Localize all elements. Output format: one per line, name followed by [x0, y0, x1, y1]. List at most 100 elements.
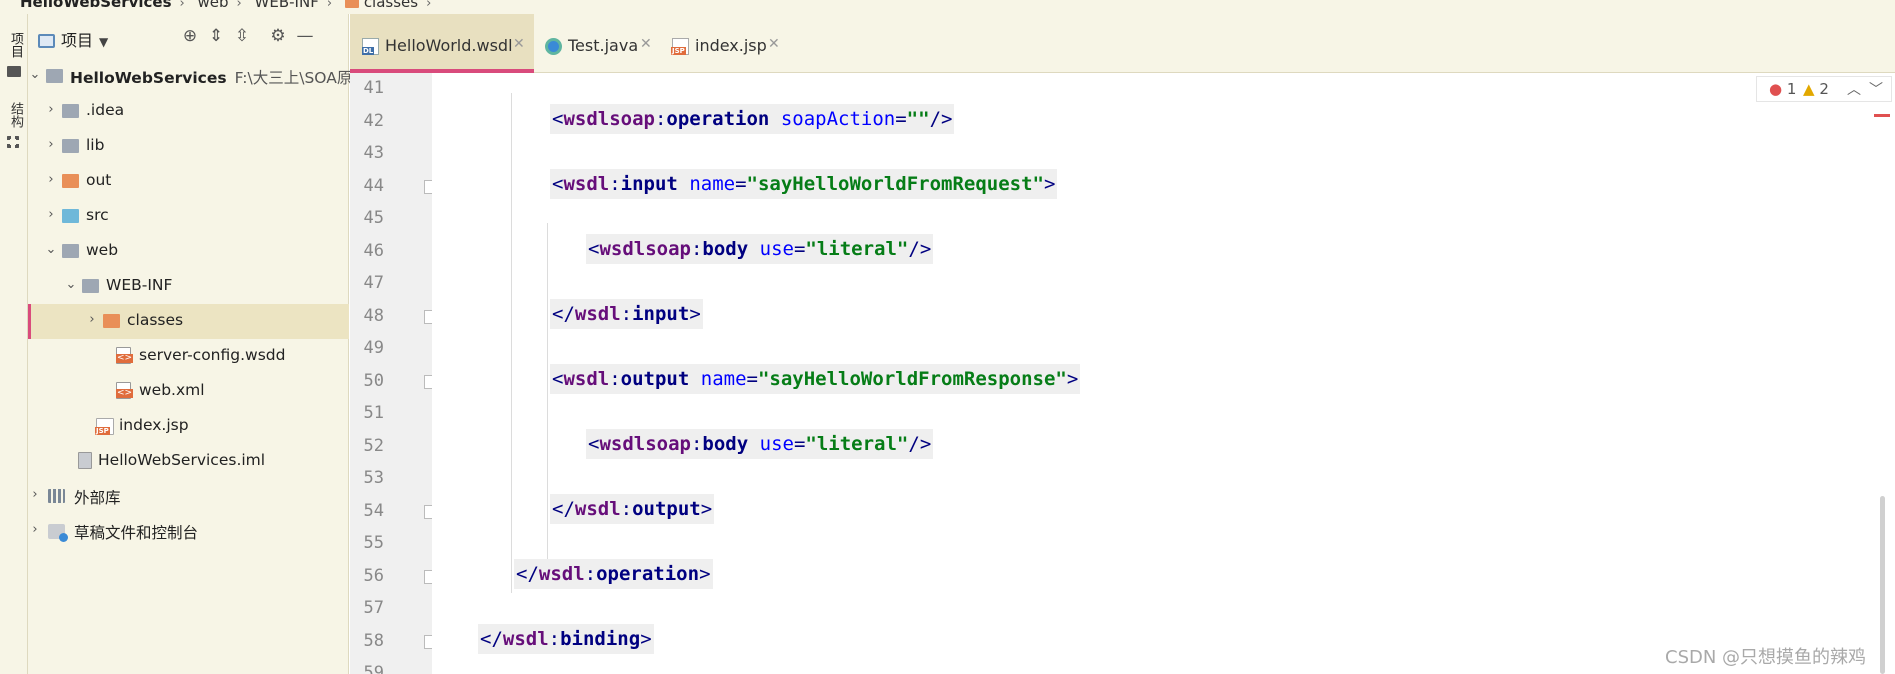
- tree-item-label: 草稿文件和控制台: [74, 524, 199, 542]
- code-line-46[interactable]: <wsdlsoap:body use="literal"/>: [586, 234, 934, 268]
- chevron-right-icon[interactable]: ›: [28, 522, 42, 537]
- close-icon[interactable]: ✕: [768, 36, 780, 52]
- tab-label: index.jsp: [695, 36, 767, 55]
- code-editor[interactable]: <wsdlsoap:operation soapAction=""/> <wsd…: [432, 73, 1872, 674]
- breadcrumb-item[interactable]: classes: [364, 0, 418, 11]
- folder-icon: [62, 139, 79, 153]
- tree-item-scratches[interactable]: › 草稿文件和控制台: [28, 514, 349, 549]
- line-number: 59: [363, 663, 384, 674]
- jsp-file-icon: [95, 418, 114, 435]
- tab-label: HelloWorld.wsdl: [385, 36, 513, 55]
- chevron-down-icon[interactable]: ⌄: [44, 242, 58, 257]
- xml-file-icon: [116, 347, 134, 364]
- folder-excluded-icon: [103, 314, 120, 328]
- folder-icon: [7, 66, 21, 77]
- line-number: 57: [363, 598, 384, 618]
- breadcrumb-item[interactable]: HelloWebServices: [20, 0, 172, 11]
- indent-guide: [511, 93, 512, 593]
- tree-item-external-libraries[interactable]: › 外部库: [28, 479, 349, 514]
- code-line-56[interactable]: </wsdl:operation>: [514, 559, 713, 593]
- error-count[interactable]: ● 1: [1769, 80, 1796, 98]
- tree-item-lib[interactable]: › lib: [28, 129, 349, 164]
- line-number: 45: [363, 208, 384, 228]
- code-line-58[interactable]: </wsdl:binding>: [478, 624, 654, 658]
- tree-item-web[interactable]: ⌄ web: [28, 234, 349, 269]
- chevron-right-icon: ›: [326, 0, 333, 11]
- watermark: CSDN @只想摸鱼的辣鸡: [1665, 647, 1867, 668]
- expand-all-icon[interactable]: ⇕: [206, 26, 226, 46]
- line-number: 58: [363, 631, 384, 651]
- tree-item-classes[interactable]: › classes: [28, 304, 349, 339]
- line-number: 47: [363, 273, 384, 293]
- error-icon: ●: [1769, 80, 1783, 98]
- chevron-right-icon: ›: [426, 0, 432, 11]
- warning-count-value: 2: [1819, 80, 1829, 98]
- code-line-52[interactable]: <wsdlsoap:body use="literal"/>: [586, 429, 934, 463]
- tree-item-label: out: [86, 171, 112, 189]
- warning-count[interactable]: ▲ 2: [1803, 80, 1829, 98]
- folder-module-icon: [46, 69, 63, 83]
- tree-item-label: web: [86, 241, 119, 259]
- tree-item-src[interactable]: › src: [28, 199, 349, 234]
- next-highlight-icon[interactable]: ﹀: [1869, 79, 1883, 99]
- gear-icon[interactable]: ⚙: [268, 26, 288, 46]
- tree-item-label: classes: [127, 311, 184, 329]
- error-stripe-marker[interactable]: [1874, 114, 1890, 117]
- tab-test-java[interactable]: Test.java ✕: [542, 14, 658, 73]
- tree-item-web-inf[interactable]: ⌄ WEB-INF: [28, 269, 349, 304]
- code-line-42[interactable]: <wsdlsoap:operation soapAction=""/>: [550, 104, 955, 138]
- tree-item-server-config[interactable]: server-config.wsdd: [28, 339, 349, 374]
- project-tool-tab[interactable]: 项目: [3, 32, 25, 58]
- chevron-right-icon[interactable]: ›: [44, 207, 58, 222]
- close-icon[interactable]: ✕: [513, 36, 525, 52]
- tree-item-web-xml[interactable]: web.xml: [28, 374, 349, 409]
- tab-index-jsp[interactable]: index.jsp ✕: [668, 14, 788, 73]
- line-number-gutter[interactable]: 41 42 43 44 45 46 47 48 49 50 51 52 53 5…: [350, 73, 438, 674]
- chevron-right-icon[interactable]: ›: [85, 312, 99, 327]
- breadcrumb-item[interactable]: WEB-INF: [255, 0, 319, 11]
- line-number: 53: [363, 468, 384, 488]
- folder-icon: [344, 0, 359, 8]
- tree-item-iml[interactable]: HelloWebServices.iml: [28, 444, 349, 479]
- locate-icon[interactable]: ⊕: [180, 26, 200, 46]
- tree-item-idea[interactable]: › .idea: [28, 94, 349, 129]
- code-line-54[interactable]: </wsdl:output>: [550, 494, 715, 528]
- libraries-icon: [48, 489, 65, 503]
- chevron-right-icon: ›: [236, 0, 242, 11]
- tree-item-label: HelloWebServices: [70, 69, 227, 87]
- code-line-48[interactable]: </wsdl:input>: [550, 299, 703, 333]
- tree-item-path: F:\大三上\SOA原理: [234, 69, 368, 87]
- close-icon[interactable]: ✕: [640, 36, 652, 52]
- inspection-widget[interactable]: ● 1 ▲ 2 ︿ ﹀: [1756, 76, 1892, 102]
- tree-item-index-jsp[interactable]: index.jsp: [28, 409, 349, 444]
- folder-excluded-icon: [62, 174, 79, 188]
- chevron-down-icon[interactable]: ⌄: [64, 277, 78, 292]
- chevron-down-icon: ▼: [99, 35, 109, 49]
- hide-icon[interactable]: —: [295, 26, 315, 46]
- breadcrumb-item[interactable]: web: [198, 0, 229, 11]
- tree-item-out[interactable]: › out: [28, 164, 349, 199]
- line-number: 41: [363, 78, 384, 98]
- code-line-44[interactable]: <wsdl:input name="sayHelloWorldFromReque…: [550, 169, 1058, 203]
- code-line-50[interactable]: <wsdl:output name="sayHelloWorldFromResp…: [550, 364, 1081, 398]
- project-view-label: 项目: [61, 31, 94, 50]
- folder-source-icon: [62, 209, 79, 223]
- vertical-scrollbar[interactable]: [1880, 496, 1885, 674]
- tab-helloworld-wsdl[interactable]: HelloWorld.wsdl ✕: [350, 14, 534, 73]
- previous-highlight-icon[interactable]: ︿: [1847, 79, 1861, 99]
- structure-icon: [7, 136, 19, 148]
- chevron-right-icon[interactable]: ›: [44, 137, 58, 152]
- chevron-right-icon[interactable]: ›: [44, 102, 58, 117]
- chevron-down-icon[interactable]: ⌄: [28, 67, 42, 82]
- chevron-right-icon[interactable]: ›: [44, 172, 58, 187]
- chevron-right-icon[interactable]: ›: [28, 487, 42, 502]
- wsdl-file-icon: [362, 38, 379, 55]
- tree-item-label: WEB-INF: [106, 276, 173, 294]
- tree-item-hellowebservices[interactable]: ⌄ HelloWebServices F:\大三上\SOA原理: [28, 59, 368, 94]
- collapse-all-icon[interactable]: ⇳: [232, 26, 252, 46]
- structure-tool-tab[interactable]: 结构: [3, 102, 25, 128]
- tree-item-label: server-config.wsdd: [139, 346, 286, 364]
- line-number: 46: [363, 241, 384, 261]
- line-number: 50: [363, 371, 384, 391]
- project-view-selector[interactable]: 项目 ▼: [38, 27, 108, 51]
